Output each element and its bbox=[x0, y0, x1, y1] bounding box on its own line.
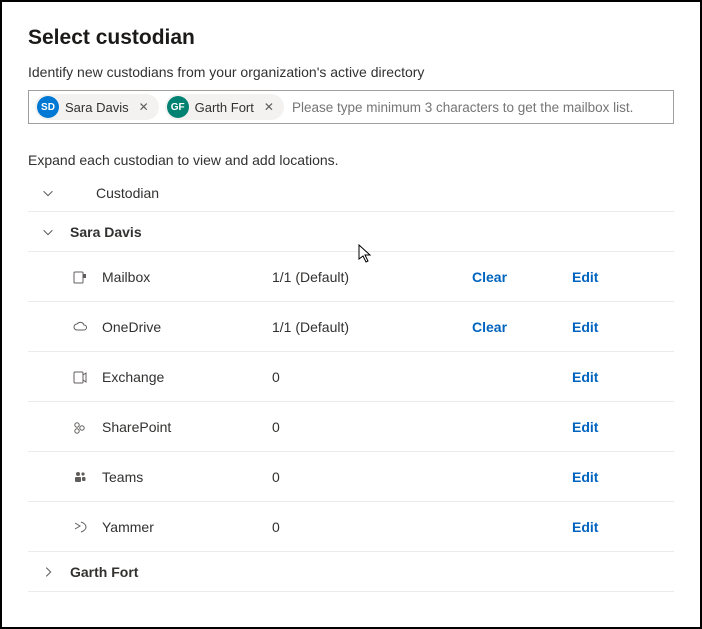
edit-link[interactable]: Edit bbox=[572, 319, 598, 335]
custodian-chip[interactable]: SD Sara Davis ✕ bbox=[35, 94, 159, 120]
location-count: 0 bbox=[272, 469, 472, 485]
custodian-input[interactable] bbox=[290, 99, 667, 116]
yammer-icon bbox=[72, 519, 102, 535]
clear-link[interactable]: Clear bbox=[472, 269, 507, 285]
location-count: 1/1 (Default) bbox=[272, 269, 472, 285]
location-name: SharePoint bbox=[102, 419, 272, 435]
sharepoint-icon bbox=[72, 419, 102, 435]
page-title: Select custodian bbox=[28, 26, 674, 50]
remove-chip-icon[interactable]: ✕ bbox=[135, 100, 153, 114]
avatar: SD bbox=[37, 96, 59, 118]
chevron-down-icon[interactable] bbox=[28, 225, 68, 239]
location-count: 0 bbox=[272, 369, 472, 385]
edit-link[interactable]: Edit bbox=[572, 269, 598, 285]
custodian-picker[interactable]: SD Sara Davis ✕ GF Garth Fort ✕ bbox=[28, 90, 674, 124]
remove-chip-icon[interactable]: ✕ bbox=[260, 100, 278, 114]
location-count: 1/1 (Default) bbox=[272, 319, 472, 335]
location-row: SharePoint0 Edit bbox=[28, 402, 674, 452]
mailbox-icon bbox=[72, 269, 102, 285]
custodian-row[interactable]: Garth Fort bbox=[28, 552, 674, 592]
onedrive-icon bbox=[72, 319, 102, 335]
expand-hint: Expand each custodian to view and add lo… bbox=[28, 152, 674, 168]
location-row: Yammer0 Edit bbox=[28, 502, 674, 552]
location-name: Mailbox bbox=[102, 269, 272, 285]
location-name: Yammer bbox=[102, 519, 272, 535]
page-subtitle: Identify new custodians from your organi… bbox=[28, 64, 674, 80]
location-row: Mailbox1/1 (Default)Clear Edit bbox=[28, 252, 674, 302]
chevron-right-icon[interactable] bbox=[28, 565, 68, 579]
edit-link[interactable]: Edit bbox=[572, 469, 598, 485]
table-header: Custodian bbox=[28, 174, 674, 212]
avatar: GF bbox=[167, 96, 189, 118]
location-count: 0 bbox=[272, 519, 472, 535]
custodian-chip[interactable]: GF Garth Fort ✕ bbox=[165, 94, 284, 120]
clear-link[interactable]: Clear bbox=[472, 319, 507, 335]
column-header-custodian: Custodian bbox=[96, 185, 159, 201]
location-count: 0 bbox=[272, 419, 472, 435]
chip-label: Sara Davis bbox=[65, 100, 129, 115]
custodian-name: Garth Fort bbox=[70, 564, 138, 580]
location-name: Teams bbox=[102, 469, 272, 485]
edit-link[interactable]: Edit bbox=[572, 519, 598, 535]
location-row: OneDrive1/1 (Default)Clear Edit bbox=[28, 302, 674, 352]
location-name: Exchange bbox=[102, 369, 272, 385]
teams-icon bbox=[72, 469, 102, 485]
chip-label: Garth Fort bbox=[195, 100, 254, 115]
expand-all-icon[interactable] bbox=[28, 186, 68, 200]
custodian-row[interactable]: Sara Davis bbox=[28, 212, 674, 252]
location-row: Teams0 Edit bbox=[28, 452, 674, 502]
custodian-name: Sara Davis bbox=[70, 224, 142, 240]
location-name: OneDrive bbox=[102, 319, 272, 335]
edit-link[interactable]: Edit bbox=[572, 369, 598, 385]
exchange-icon bbox=[72, 369, 102, 385]
location-row: Exchange0 Edit bbox=[28, 352, 674, 402]
edit-link[interactable]: Edit bbox=[572, 419, 598, 435]
